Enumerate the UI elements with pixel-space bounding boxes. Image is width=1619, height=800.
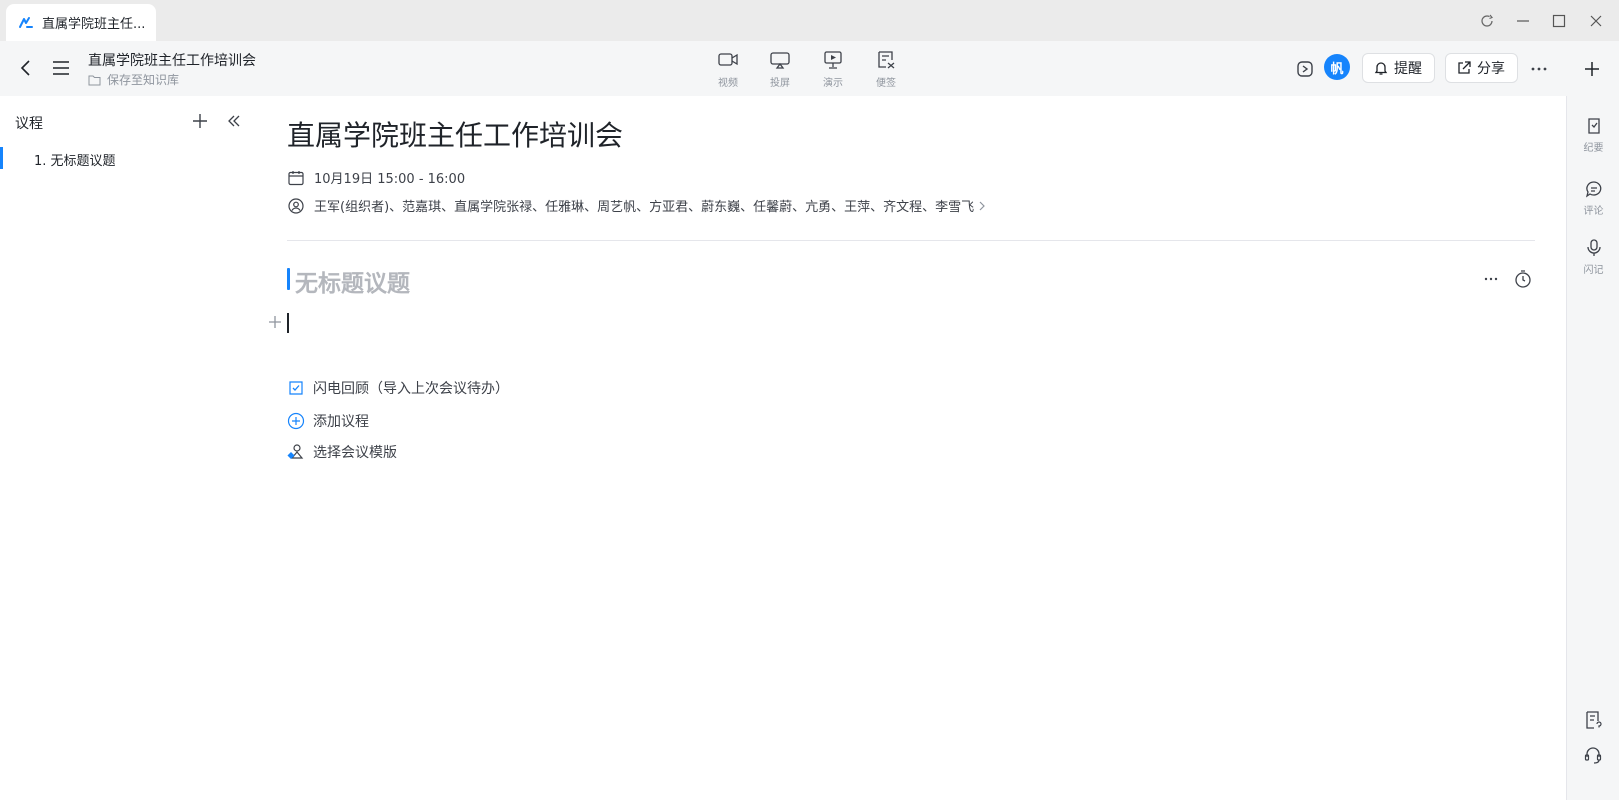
template-icon: [287, 444, 304, 460]
remind-button[interactable]: 提醒: [1362, 53, 1435, 83]
mic-icon: [1586, 239, 1601, 256]
outline-item-label: 1. 无标题议题: [34, 154, 116, 169]
cast-icon: [770, 52, 790, 69]
lightning-review-icon: [289, 381, 303, 395]
block-add-plus-icon[interactable]: [267, 314, 283, 330]
meeting-time: 10月19日 15:00 - 16:00: [314, 172, 466, 187]
participants-list: 王军(组织者)、范嘉琪、直属学院张禄、任雅琳、周艺帆、方亚君、蔚东巍、任馨蔚、亢…: [314, 200, 975, 215]
agenda-outline-panel: 议程 1. 无标题议题: [0, 96, 258, 800]
cast-label: 投屏: [770, 78, 790, 89]
tab-title: 直属学院班主任...: [42, 17, 146, 32]
refresh-icon[interactable]: [1477, 11, 1497, 31]
minimize-icon[interactable]: [1513, 11, 1533, 31]
help-document-icon[interactable]: [1582, 709, 1604, 731]
present-icon: [824, 51, 842, 69]
add-agenda-label: 添加议程: [313, 414, 369, 430]
customer-service-icon[interactable]: [1582, 744, 1604, 766]
app-logo-icon: [19, 16, 33, 28]
comments-button[interactable]: 评论: [1567, 179, 1619, 217]
back-arrow-icon[interactable]: [15, 57, 37, 79]
minutes-button[interactable]: 纪要: [1567, 116, 1619, 154]
meeting-title[interactable]: 直属学院班主任工作培训会: [287, 114, 623, 154]
outline-title: 议程: [15, 116, 43, 132]
minutes-icon: [1587, 118, 1600, 134]
cast-button[interactable]: 投屏: [758, 50, 802, 89]
active-indicator: [0, 147, 3, 169]
sticky-note-label: 便签: [876, 78, 896, 89]
topic-more-icon[interactable]: [1480, 268, 1502, 290]
close-icon[interactable]: [1586, 11, 1606, 31]
folder-icon: [88, 75, 101, 85]
minutes-label: 纪要: [1583, 143, 1604, 154]
add-circle-icon: [287, 412, 305, 430]
comments-label: 评论: [1583, 206, 1604, 217]
hamburger-menu-icon[interactable]: [50, 57, 72, 79]
share-label: 分享: [1477, 61, 1505, 77]
lightning-review-label: 闪电回顾（导入上次会议待办）: [313, 381, 509, 397]
timer-icon[interactable]: [1512, 268, 1534, 290]
add-agenda-button[interactable]: 添加议程: [287, 411, 369, 431]
bell-icon: [1374, 62, 1388, 75]
new-document-plus-icon[interactable]: [1581, 58, 1603, 80]
video-icon: [718, 53, 738, 66]
flash-record-label: 闪记: [1583, 265, 1604, 276]
user-avatar[interactable]: 帆: [1324, 54, 1350, 80]
meeting-time-row[interactable]: 10月19日 15:00 - 16:00: [287, 168, 465, 187]
header-divider: [287, 240, 1535, 241]
save-location-label: 保存至知识库: [107, 73, 180, 87]
flash-record-button[interactable]: 闪记: [1567, 238, 1619, 276]
lightning-review-button[interactable]: 闪电回顾（导入上次会议待办）: [287, 378, 509, 398]
collapse-panel-icon[interactable]: [224, 111, 244, 131]
sticky-note-button[interactable]: 便签: [864, 50, 908, 89]
present-button[interactable]: 演示: [811, 50, 855, 89]
text-cursor[interactable]: [287, 313, 289, 333]
chevron-right-icon: [979, 201, 986, 210]
share-button[interactable]: 分享: [1445, 53, 1518, 83]
sync-status-icon[interactable]: [1294, 58, 1316, 80]
video-label: 视频: [718, 78, 738, 89]
outline-item[interactable]: 1. 无标题议题: [0, 147, 258, 169]
title-bar: 直属学院班主任...: [0, 0, 1619, 41]
video-button[interactable]: 视频: [706, 50, 750, 89]
topic-title[interactable]: 无标题议题: [295, 264, 410, 298]
more-options-icon[interactable]: [1528, 58, 1550, 80]
maximize-icon[interactable]: [1549, 11, 1569, 31]
select-template-button[interactable]: 选择会议模版: [287, 442, 397, 462]
save-location[interactable]: 保存至知识库: [88, 71, 179, 88]
person-circle-icon: [288, 197, 304, 214]
calendar-icon: [288, 170, 304, 185]
present-label: 演示: [823, 78, 843, 89]
meeting-document: 直属学院班主任工作培训会 10月19日 15:00 - 16:00 王军(组织者…: [258, 96, 1566, 800]
share-icon: [1458, 61, 1471, 74]
right-sidebar: 纪要 评论 闪记: [1566, 96, 1619, 800]
select-template-label: 选择会议模版: [313, 445, 397, 461]
remind-label: 提醒: [1394, 61, 1422, 77]
add-agenda-plus-icon[interactable]: [190, 111, 210, 131]
document-title[interactable]: 直属学院班主任工作培训会: [88, 50, 256, 70]
sticky-note-icon: [878, 51, 895, 69]
document-toolbar: 直属学院班主任工作培训会 保存至知识库 视频 投屏 演示 便签 帆 提醒 分享: [0, 41, 1619, 96]
topic-accent-bar: [287, 268, 290, 290]
document-tab[interactable]: 直属学院班主任...: [6, 4, 156, 41]
comment-icon: [1585, 181, 1601, 198]
participants-row[interactable]: 王军(组织者)、范嘉琪、直属学院张禄、任雅琳、周艺帆、方亚君、蔚东巍、任馨蔚、亢…: [287, 196, 987, 215]
